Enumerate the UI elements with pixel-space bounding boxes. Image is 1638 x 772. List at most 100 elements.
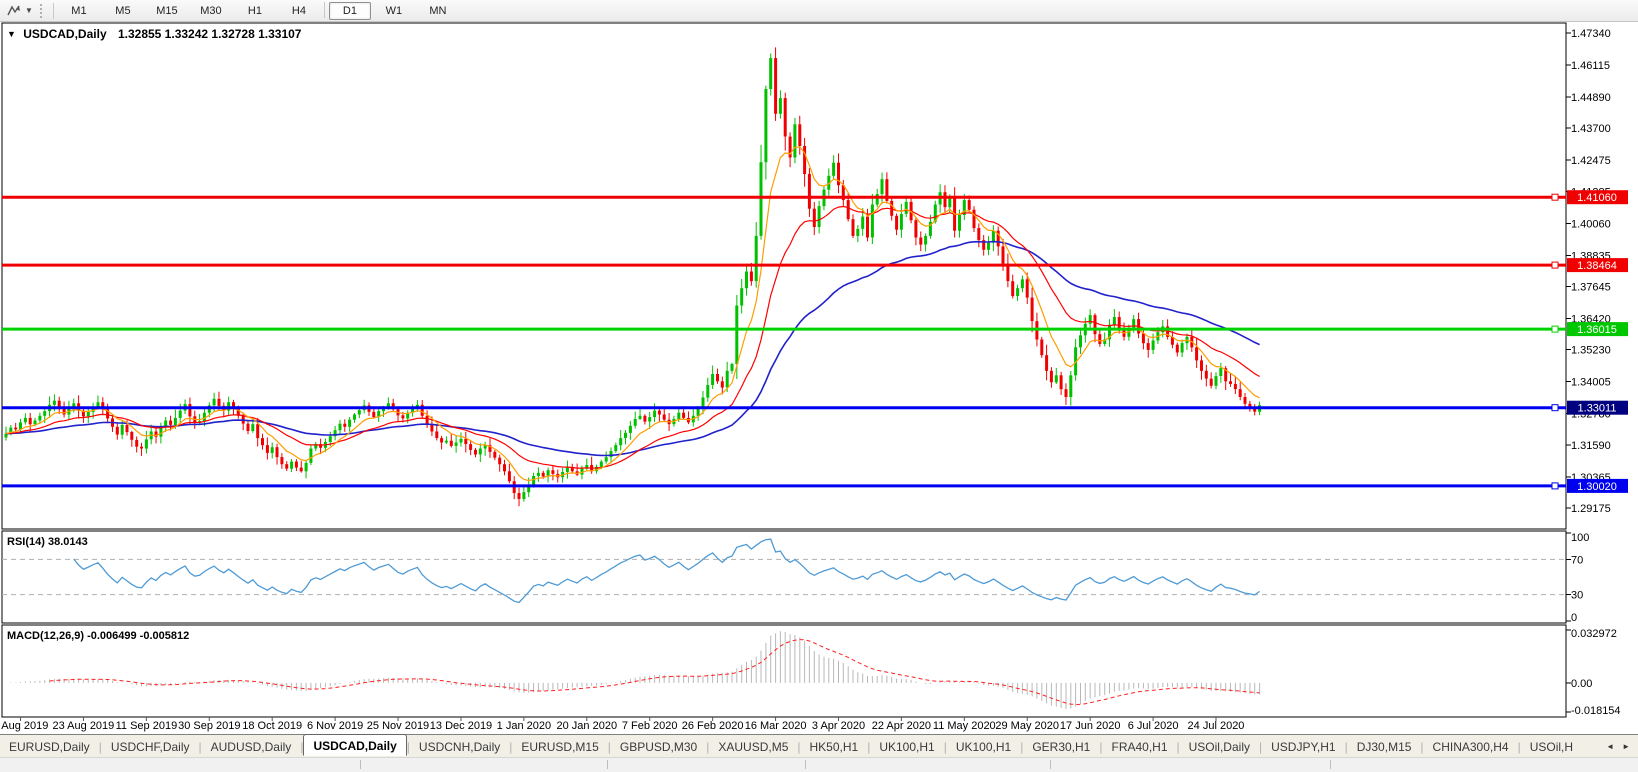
macd-axis: 0.032972 0.00 -0.018154 [1566, 628, 1621, 717]
chevron-down-icon: ▼ [25, 6, 33, 15]
timeframe-button-m15[interactable]: M15 [146, 2, 188, 20]
svg-text:1 Jan 2020: 1 Jan 2020 [497, 720, 551, 732]
svg-text:1.35230: 1.35230 [1571, 345, 1611, 357]
rsi-axis: 100 70 30 0 [1566, 532, 1589, 624]
chart-tab-gbpusd-m30[interactable]: GBPUSD,M30 [611, 738, 706, 756]
svg-text:11 Sep 2019: 11 Sep 2019 [116, 720, 178, 732]
status-bar-separator [1050, 760, 1051, 769]
timeframe-button-m5[interactable]: M5 [102, 2, 144, 20]
tab-scroll-right-icon[interactable]: ► [1618, 740, 1634, 753]
timeframe-button-d1[interactable]: D1 [328, 1, 371, 20]
svg-text:30: 30 [1571, 590, 1583, 602]
status-bar [0, 757, 1638, 772]
rsi-indicator-label: RSI(14) 38.0143 [7, 536, 88, 548]
timeframe-button-h1[interactable]: H1 [234, 2, 276, 20]
chart-tab-usdcnh-daily[interactable]: USDCNH,Daily [410, 738, 509, 756]
svg-text:0.032972: 0.032972 [1571, 628, 1617, 640]
chart-tab-bar: EURUSD,Daily | USDCHF,Daily | AUDUSD,Daily | U… [0, 734, 1638, 758]
svg-text:24 Jul 2020: 24 Jul 2020 [1188, 720, 1245, 732]
status-bar-separator [607, 760, 608, 769]
svg-text:70: 70 [1571, 554, 1583, 566]
svg-text:17 Jun 2020: 17 Jun 2020 [1060, 720, 1121, 732]
svg-text:0: 0 [1571, 612, 1577, 624]
chart-tab-usdcad-daily[interactable]: USDCAD,Daily [303, 734, 407, 756]
status-bar-separator [1330, 760, 1331, 769]
chart-tab-dj30-m15[interactable]: DJ30,M15 [1348, 738, 1421, 756]
toolbar-separator [323, 1, 325, 18]
tab-scroll-buttons: ◄ ► [1602, 740, 1638, 753]
svg-text:29 May 2020: 29 May 2020 [995, 720, 1059, 732]
chart-ohlc-values: 1.32855 1.33242 1.32728 1.33107 [117, 27, 302, 41]
svg-text:100: 100 [1571, 532, 1589, 544]
svg-text:0.00: 0.00 [1571, 678, 1592, 690]
timeframe-button-m30[interactable]: M30 [190, 2, 232, 20]
chart-tab-eurusd-m15[interactable]: EURUSD,M15 [512, 738, 607, 756]
svg-text:1.29175: 1.29175 [1571, 503, 1611, 515]
svg-text:5 Aug 2019: 5 Aug 2019 [0, 720, 48, 732]
top-toolbar: ▼ M1 M5 M15 M30 H1 H4 D1 W1 MN [0, 0, 1638, 22]
timeframe-button-mn[interactable]: MN [417, 2, 459, 20]
status-bar-separator [805, 760, 806, 769]
svg-text:1.36015: 1.36015 [1577, 324, 1617, 336]
svg-text:1.41060: 1.41060 [1577, 192, 1617, 204]
toolbar-grip[interactable] [39, 3, 45, 18]
chart-tab-audusd-daily[interactable]: AUDUSD,Daily [202, 738, 301, 756]
svg-text:3 Apr 2020: 3 Apr 2020 [812, 720, 865, 732]
svg-text:20 Jan 2020: 20 Jan 2020 [557, 720, 618, 732]
svg-text:-0.018154: -0.018154 [1571, 705, 1621, 717]
tab-scroll-left-icon[interactable]: ◄ [1602, 740, 1618, 753]
chart-tab-usoil-h[interactable]: USOil,H [1521, 738, 1582, 756]
chart-tab-uk100-h1[interactable]: UK100,H1 [947, 738, 1020, 756]
cursor-tool-button[interactable]: ▼ [0, 0, 37, 21]
svg-text:25 Nov 2019: 25 Nov 2019 [367, 720, 429, 732]
status-bar-separator [360, 760, 361, 769]
chart-tab-usdjpy-h1[interactable]: USDJPY,H1 [1262, 738, 1344, 756]
svg-text:1.31590: 1.31590 [1571, 440, 1611, 452]
svg-text:26 Feb 2020: 26 Feb 2020 [682, 720, 744, 732]
chart-tab-fra40-h1[interactable]: FRA40,H1 [1102, 738, 1176, 756]
chart-tab-uk100-h1[interactable]: UK100,H1 [870, 738, 943, 756]
svg-text:22 Apr 2020: 22 Apr 2020 [872, 720, 931, 732]
svg-text:18 Oct 2019: 18 Oct 2019 [242, 720, 302, 732]
chart-tab-xauusd-m5[interactable]: XAUUSD,M5 [709, 738, 797, 756]
timeframe-buttons: M1 M5 M15 M30 H1 H4 D1 W1 MN [57, 1, 460, 20]
chart-tabs: EURUSD,Daily | USDCHF,Daily | AUDUSD,Daily | U… [0, 734, 1582, 756]
svg-text:1.37645: 1.37645 [1571, 282, 1611, 294]
chart-title: ▼ USDCAD,Daily 1.32855 1.33242 1.32728 1… [7, 27, 301, 41]
timeframe-button-w1[interactable]: W1 [373, 2, 415, 20]
svg-text:6 Jul 2020: 6 Jul 2020 [1128, 720, 1179, 732]
collapse-triangle-icon[interactable]: ▼ [7, 29, 16, 39]
svg-text:30 Sep 2019: 30 Sep 2019 [178, 720, 240, 732]
cursor-tool-icon [7, 5, 20, 15]
chart-tab-ger30-h1[interactable]: GER30,H1 [1023, 738, 1099, 756]
svg-text:1.34005: 1.34005 [1571, 377, 1611, 389]
svg-text:16 Mar 2020: 16 Mar 2020 [745, 720, 807, 732]
chart-tab-china300-h4[interactable]: CHINA300,H4 [1424, 738, 1518, 756]
chart-tab-eurusd-daily[interactable]: EURUSD,Daily [0, 738, 99, 756]
svg-text:1.30020: 1.30020 [1577, 481, 1617, 493]
svg-text:1.44890: 1.44890 [1571, 92, 1611, 104]
timeframe-button-m1[interactable]: M1 [58, 2, 100, 20]
timeframe-button-h4[interactable]: H4 [278, 2, 320, 20]
svg-text:1.46115: 1.46115 [1571, 60, 1610, 72]
svg-text:13 Dec 2019: 13 Dec 2019 [430, 720, 492, 732]
chart-tab-usdchf-daily[interactable]: USDCHF,Daily [102, 738, 199, 756]
macd-indicator-label: MACD(12,26,9) -0.006499 -0.005812 [7, 630, 190, 642]
svg-text:11 May 2020: 11 May 2020 [933, 720, 996, 732]
chart-symbol: USDCAD,Daily [23, 27, 107, 41]
svg-text:1.40060: 1.40060 [1571, 218, 1611, 230]
toolbar-separator [52, 2, 54, 19]
svg-text:1.33011: 1.33011 [1578, 403, 1617, 415]
svg-text:1.47340: 1.47340 [1571, 28, 1611, 40]
time-axis[interactable]: 5 Aug 2019 23 Aug 201911 Sep 201930 Sep 2… [0, 717, 1244, 732]
svg-text:1.38464: 1.38464 [1577, 260, 1617, 272]
trading-terminal: { "toolbar": { "tool_icon": "cursor-tool… [0, 0, 1638, 772]
chart-tab-usoil-daily[interactable]: USOil,Daily [1180, 738, 1259, 756]
svg-text:7 Feb 2020: 7 Feb 2020 [622, 720, 678, 732]
svg-text:6 Nov 2019: 6 Nov 2019 [307, 720, 363, 732]
svg-text:23 Aug 2019: 23 Aug 2019 [53, 720, 115, 732]
svg-text:1.42475: 1.42475 [1571, 155, 1611, 167]
svg-text:1.43700: 1.43700 [1571, 123, 1611, 135]
chart-tab-hk50-h1[interactable]: HK50,H1 [801, 738, 868, 756]
chart-canvas[interactable]: 1.473401.461151.448901.437001.424751.412… [0, 0, 1638, 734]
